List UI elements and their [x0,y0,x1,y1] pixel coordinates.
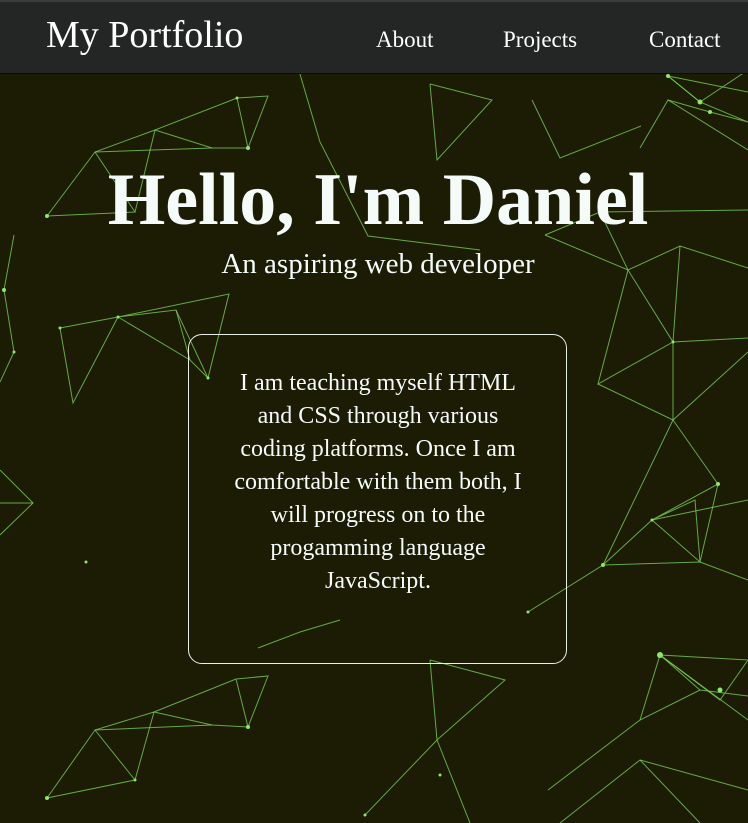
navbar: My Portfolio About Projects Contact [0,0,748,74]
about-text: I am teaching myself HTML and CSS throug… [234,370,522,594]
nav-link-projects[interactable]: Projects [503,28,577,51]
hero-title: Hello, I'm Daniel [107,159,649,241]
about-card: I am teaching myself HTML and CSS throug… [188,334,567,664]
hero-subtitle: An aspiring web developer [221,248,535,280]
nav-link-about[interactable]: About [376,28,434,51]
brand-logo[interactable]: My Portfolio [46,16,243,54]
page: My Portfolio About Projects Contact Hell… [0,0,748,823]
nav-link-contact[interactable]: Contact [649,28,721,51]
